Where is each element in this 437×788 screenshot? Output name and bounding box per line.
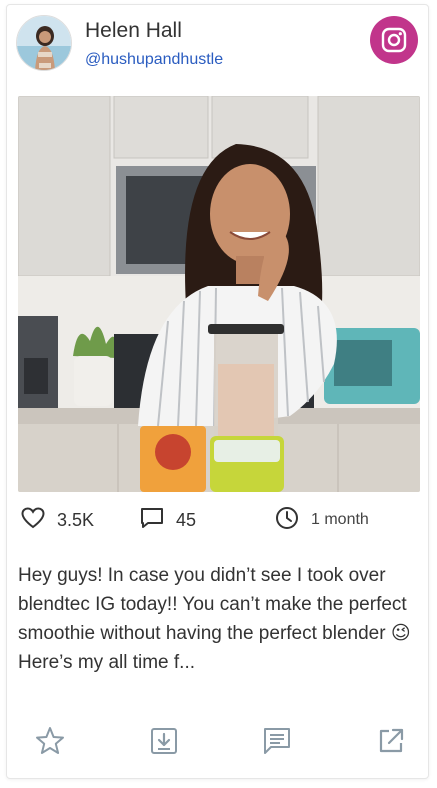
comments-count: 45 [176,509,197,530]
author-name: Helen Hall [85,19,182,42]
post-card: Helen Hall @hushupandhustle 3.5K 45 1 mo… [6,4,429,779]
heart-icon [21,506,45,534]
post-time: 1 month [275,503,369,537]
clock-icon [275,506,299,535]
post-actions [7,721,428,761]
post-caption: Hey guys! In case you didn’t see I took … [18,565,411,673]
comments-stat[interactable]: 45 [140,503,196,537]
download-icon[interactable] [144,721,184,761]
post-stats: 3.5K 45 1 month [7,503,428,537]
star-icon[interactable] [30,721,70,761]
external-link-icon[interactable] [371,721,411,761]
comment-icon [140,507,164,534]
author-handle[interactable]: @hushupandhustle [85,51,223,69]
instagram-icon[interactable] [370,16,418,64]
posted-ago: 1 month [311,511,369,528]
likes-count: 3.5K [57,509,95,530]
post-header: Helen Hall @hushupandhustle [7,5,428,85]
message-icon[interactable] [257,721,297,761]
post-photo[interactable] [18,96,420,492]
likes-stat[interactable]: 3.5K [21,503,94,537]
avatar[interactable] [16,15,72,71]
